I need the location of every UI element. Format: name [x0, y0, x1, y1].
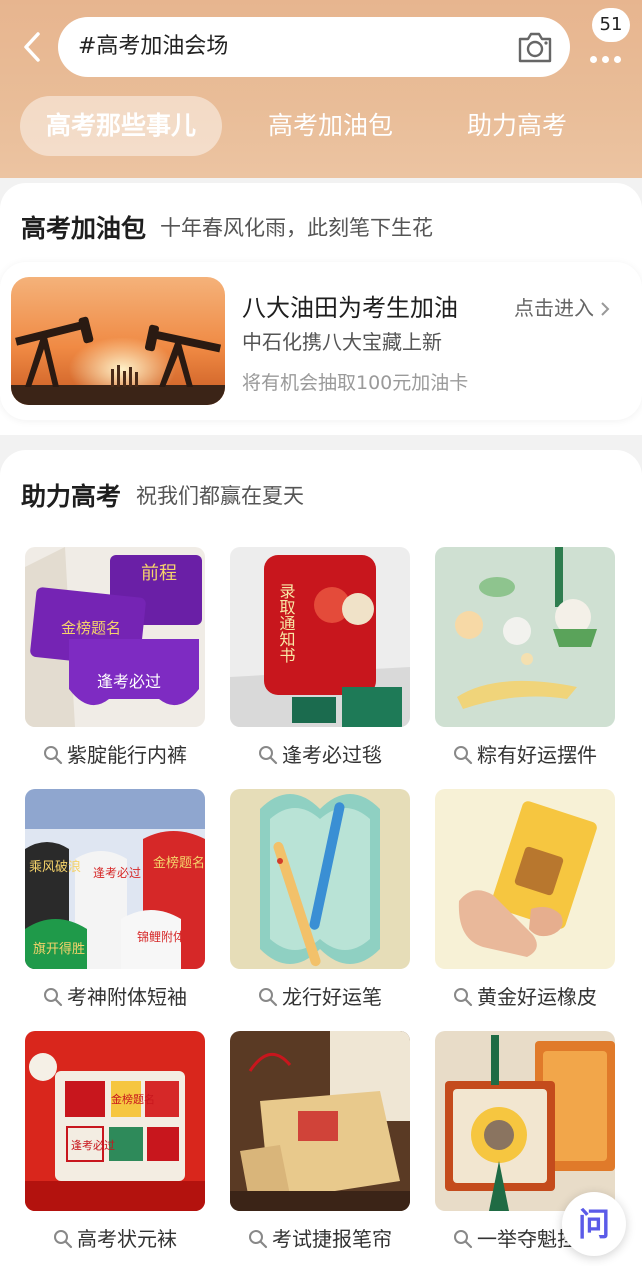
search-icon [454, 988, 473, 1007]
promo-title: 八大油田为考生加油 [242, 294, 458, 322]
thumb-text: 乘风破浪 [29, 860, 81, 875]
product-label: 粽有好运摆件 [435, 739, 615, 769]
product-label-text: 考试捷报笔帘 [272, 1227, 392, 1251]
promo-link-label: 点击进入 [514, 296, 594, 320]
product-label: 考神附体短袖 [25, 981, 205, 1011]
gaokao-support-section: 助力高考 祝我们都赢在夏天 前程 金榜题名 逢考必过 紫腚能行内裤 录取通知书 … [0, 450, 642, 1266]
camera-icon[interactable] [516, 29, 554, 65]
product-item[interactable]: 粽有好运摆件 [435, 547, 615, 769]
product-label-text: 龙行好运笔 [282, 985, 382, 1009]
section-subtitle: 十年春风化雨，此刻笔下生花 [160, 216, 433, 240]
thumb-text: 逢考必过 [97, 672, 161, 691]
product-item[interactable]: 前程 金榜题名 逢考必过 紫腚能行内裤 [25, 547, 205, 769]
search-icon [259, 988, 278, 1007]
product-label-text: 逢考必过毯 [282, 743, 382, 767]
thumb-text: 录取通知书 [277, 583, 296, 663]
product-thumbnail: 金榜题名 逢考必过 [25, 1031, 205, 1211]
search-query-text: #高考加油会场 [78, 34, 229, 59]
search-icon [249, 1230, 268, 1249]
product-item[interactable]: 考试捷报笔帘 [230, 1031, 410, 1253]
oilfield-promo-card[interactable]: 八大油田为考生加油 点击进入 中石化携八大宝藏上新 将有机会抽取100元加油卡 [0, 262, 642, 420]
product-thumbnail: 录取通知书 [230, 547, 410, 727]
chevron-right-icon [601, 302, 610, 316]
section-subtitle: 祝我们都赢在夏天 [136, 484, 304, 508]
product-item[interactable]: 乘风破浪 逢考必过 金榜题名 旗开得胜 锦鲤附体 考神附体短袖 [25, 789, 205, 1011]
product-thumbnail [435, 789, 615, 969]
product-thumbnail [230, 1031, 410, 1211]
cheer-pack-section: 高考加油包 十年春风化雨，此刻笔下生花 八大油田为考生加油 点击进入 中石化携八… [0, 183, 642, 435]
thumb-text: 金榜题名 [153, 855, 205, 871]
ask-icon: 问 [578, 1205, 610, 1243]
product-thumbnail [435, 547, 615, 727]
product-label: 黄金好运橡皮 [435, 981, 615, 1011]
product-label: 紫腚能行内裤 [25, 739, 205, 769]
search-icon [259, 746, 278, 765]
more-dots-icon [590, 48, 626, 63]
product-thumbnail: 前程 金榜题名 逢考必过 [25, 547, 205, 727]
product-item[interactable]: 黄金好运橡皮 [435, 789, 615, 1011]
search-icon [454, 1230, 473, 1249]
promo-enter-link[interactable]: 点击进入 [514, 292, 610, 321]
thumb-text: 锦鲤附体 [137, 930, 185, 944]
message-count-badge: 51 [592, 8, 630, 42]
product-label: 龙行好运笔 [230, 981, 410, 1011]
section-title: 助力高考 [21, 482, 122, 511]
product-label-text: 黄金好运橡皮 [477, 985, 597, 1009]
thumb-text: 金榜题名 [61, 619, 121, 637]
tab-gaokao-stories[interactable]: 高考那些事儿 [20, 96, 223, 156]
product-thumbnail: 乘风破浪 逢考必过 金榜题名 旗开得胜 锦鲤附体 [25, 789, 205, 969]
product-item[interactable]: 录取通知书 逢考必过毯 [230, 547, 410, 769]
search-icon [44, 988, 63, 1007]
product-item[interactable]: 龙行好运笔 [230, 789, 410, 1011]
search-icon [44, 746, 63, 765]
section-title: 高考加油包 [21, 214, 147, 243]
oilfield-sunset-image [11, 277, 225, 405]
search-icon [454, 746, 473, 765]
tab-gaokao-cheer-pack[interactable]: 高考加油包 [268, 96, 393, 156]
tab-gaokao-support[interactable]: 助力高考 [467, 96, 567, 156]
top-header: #高考加油会场 51 高考那些事儿 高考加油包 助力高考 [0, 0, 642, 178]
search-input[interactable]: #高考加油会场 [58, 17, 570, 77]
product-label: 考试捷报笔帘 [230, 1223, 410, 1253]
thumb-text: 金榜题名 [111, 1092, 155, 1106]
product-label-text: 高考状元袜 [77, 1227, 177, 1251]
product-label-text: 粽有好运摆件 [477, 743, 597, 767]
ask-glyph: 问 [578, 1205, 610, 1243]
thumb-text: 旗开得胜 [33, 941, 85, 957]
back-button[interactable] [18, 28, 48, 66]
chevron-left-icon [24, 32, 40, 62]
thumb-text: 前程 [141, 563, 177, 584]
promo-subtitle: 中石化携八大宝藏上新 [242, 330, 442, 354]
category-tabs: 高考那些事儿 高考加油包 助力高考 [0, 96, 642, 156]
product-thumbnail [435, 1031, 615, 1211]
product-label-text: 考神附体短袖 [67, 985, 187, 1009]
product-label-text: 紫腚能行内裤 [67, 743, 187, 767]
thumb-text: 逢考必过 [71, 1139, 115, 1152]
promo-note: 将有机会抽取100元加油卡 [242, 372, 469, 394]
product-thumbnail [230, 789, 410, 969]
product-label: 逢考必过毯 [230, 739, 410, 769]
product-label: 高考状元袜 [25, 1223, 205, 1253]
search-icon [54, 1230, 73, 1249]
ask-float-button[interactable]: 问 [562, 1192, 626, 1256]
thumb-text: 逢考必过 [93, 866, 141, 880]
product-item[interactable]: 金榜题名 逢考必过 高考状元袜 [25, 1031, 205, 1253]
more-menu-button[interactable]: 51 [584, 8, 638, 64]
